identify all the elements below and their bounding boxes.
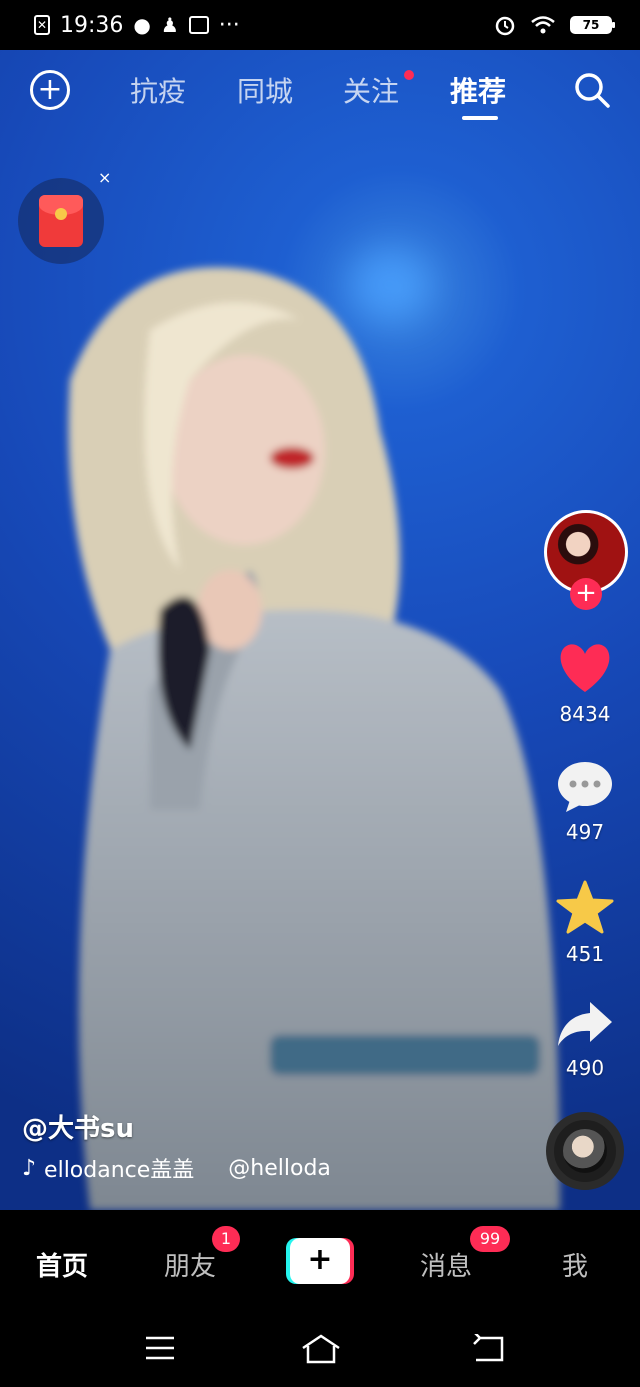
- qq-icon: ♟: [160, 13, 179, 37]
- status-more: ···: [218, 12, 240, 38]
- tab-messages[interactable]: 消息: [420, 1246, 472, 1283]
- tab-home[interactable]: 首页: [36, 1246, 88, 1283]
- wechat-icon: ●: [133, 13, 151, 37]
- system-nav-bar: [0, 1310, 640, 1387]
- active-tab-underline: [462, 116, 498, 120]
- back-icon[interactable]: [470, 1334, 506, 1364]
- tab-anti-epidemic[interactable]: 抗疫: [130, 70, 186, 110]
- add-circle-icon[interactable]: +: [30, 70, 70, 110]
- tab-recommend[interactable]: 推荐: [450, 70, 506, 110]
- comment-count: 497: [565, 820, 605, 844]
- share-count: 490: [565, 1056, 605, 1080]
- tab-following[interactable]: 关注: [343, 70, 399, 110]
- status-bar: ✕ 19:36 ● ♟ ··· 75: [0, 0, 640, 50]
- messages-badge: 99: [470, 1226, 510, 1252]
- follow-button[interactable]: +: [570, 578, 602, 610]
- red-packet-widget[interactable]: [18, 178, 104, 264]
- following-dot-badge: [404, 70, 414, 80]
- share-arrow-icon: [558, 1002, 612, 1046]
- alarm-icon: [495, 16, 515, 36]
- red-packet-close[interactable]: ×: [98, 168, 111, 187]
- comment-icon: [558, 762, 612, 812]
- disc-cover: [563, 1129, 607, 1173]
- tiktok-note-icon: ♪: [22, 1155, 37, 1181]
- top-nav: + 抗疫 同城 关注 推荐: [0, 50, 640, 130]
- bottom-tab-bar: 首页 朋友 1 + 消息 99 我: [0, 1210, 640, 1310]
- like-count: 8434: [559, 702, 611, 726]
- share-button[interactable]: 490: [540, 1000, 630, 1080]
- tab-local[interactable]: 同城: [237, 70, 293, 110]
- search-icon[interactable]: [572, 70, 612, 110]
- red-envelope-icon: [39, 195, 83, 247]
- like-button[interactable]: 8434: [540, 642, 630, 726]
- favorite-count: 451: [565, 942, 605, 966]
- create-button[interactable]: +: [286, 1238, 354, 1284]
- gallery-icon: [188, 16, 209, 34]
- home-icon[interactable]: [300, 1334, 342, 1364]
- tab-me[interactable]: 我: [562, 1246, 588, 1283]
- heart-icon: [560, 644, 610, 692]
- tab-friends[interactable]: 朋友: [164, 1246, 216, 1283]
- menu-icon[interactable]: [144, 1334, 176, 1362]
- music-author: @helloda: [228, 1155, 331, 1181]
- status-time: 19:36: [60, 12, 124, 38]
- music-title: ellodance盖盖: [44, 1158, 195, 1183]
- friends-badge: 1: [212, 1226, 240, 1252]
- music-disc-icon[interactable]: [546, 1112, 624, 1190]
- notification-icon: ✕: [34, 15, 50, 35]
- battery-icon: 75: [570, 16, 615, 34]
- comment-button[interactable]: 497: [540, 760, 630, 844]
- favorite-button[interactable]: 451: [540, 880, 630, 966]
- author-handle[interactable]: @大书su: [22, 1108, 134, 1145]
- music-marquee[interactable]: ♪ ellodance盖盖 @helloda: [22, 1152, 331, 1184]
- create-plus-icon: +: [290, 1238, 350, 1284]
- star-icon: [556, 880, 614, 934]
- wifi-icon: [531, 16, 555, 34]
